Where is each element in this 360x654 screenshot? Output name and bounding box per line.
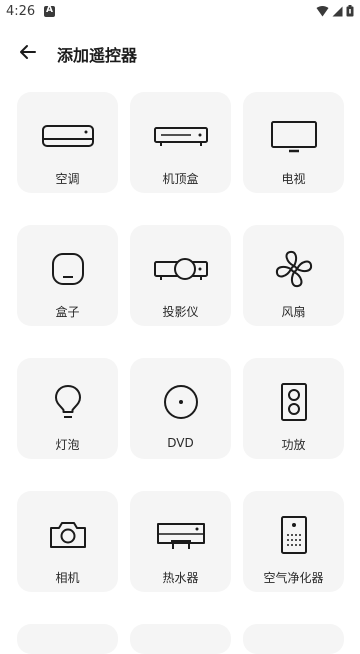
- speaker-icon: [243, 382, 344, 422]
- device-card-bulb[interactable]: 灯泡: [17, 358, 118, 459]
- air-conditioner-icon: [17, 116, 118, 156]
- dvd-icon: [130, 382, 231, 422]
- device-card-fan[interactable]: 风扇: [243, 225, 344, 326]
- device-card-air-purifier[interactable]: 空气净化器: [243, 491, 344, 592]
- device-card-water-heater[interactable]: 热水器: [130, 491, 231, 592]
- bulb-icon: [17, 382, 118, 422]
- device-label: 相机: [55, 571, 80, 585]
- status-bar: 4:26 A: [0, 0, 360, 24]
- device-card-tv-box[interactable]: 盒子: [17, 225, 118, 326]
- app-header: 添加遥控器: [0, 30, 360, 74]
- device-card-tv[interactable]: 电视: [243, 92, 344, 193]
- device-card-speaker[interactable]: 功放: [243, 358, 344, 459]
- set-top-box-icon: [130, 116, 231, 156]
- air-purifier-icon: [243, 515, 344, 555]
- device-label: DVD: [167, 436, 194, 450]
- arrow-left-icon: [20, 45, 36, 59]
- water-heater-icon: [130, 515, 231, 555]
- device-label: 电视: [281, 172, 306, 186]
- device-card-partial[interactable]: [17, 624, 118, 654]
- device-label: 空调: [55, 172, 80, 186]
- tv-icon: [243, 116, 344, 156]
- tv-box-icon: [17, 249, 118, 289]
- device-grid: 空调 机顶盒 电视 盒子 投影仪 风扇 灯泡 DVD 功放 相机 热水器 空气净…: [17, 92, 344, 654]
- wifi-icon: [316, 5, 329, 16]
- device-label: 功放: [281, 438, 306, 452]
- device-label: 盒子: [55, 305, 80, 319]
- device-card-camera[interactable]: 相机: [17, 491, 118, 592]
- status-indicators: [316, 5, 354, 17]
- back-button[interactable]: [14, 38, 42, 66]
- status-time: 4:26: [6, 4, 36, 19]
- device-label: 空气净化器: [263, 571, 324, 585]
- notification-icon: A: [44, 5, 55, 17]
- page-title: 添加遥控器: [57, 46, 138, 65]
- device-label: 风扇: [281, 305, 306, 319]
- device-card-set-top-box[interactable]: 机顶盒: [130, 92, 231, 193]
- battery-icon: [346, 5, 354, 17]
- device-label: 投影仪: [162, 305, 199, 319]
- device-label: 热水器: [162, 571, 199, 585]
- device-card-air-conditioner[interactable]: 空调: [17, 92, 118, 193]
- device-card-partial[interactable]: [243, 624, 344, 654]
- device-label: 机顶盒: [162, 172, 199, 186]
- camera-icon: [17, 515, 118, 555]
- fan-icon: [243, 249, 344, 289]
- projector-icon: [130, 249, 231, 289]
- signal-icon: [332, 6, 343, 16]
- device-card-projector[interactable]: 投影仪: [130, 225, 231, 326]
- device-card-partial[interactable]: [130, 624, 231, 654]
- device-label: 灯泡: [55, 438, 80, 452]
- device-card-dvd[interactable]: DVD: [130, 358, 231, 459]
